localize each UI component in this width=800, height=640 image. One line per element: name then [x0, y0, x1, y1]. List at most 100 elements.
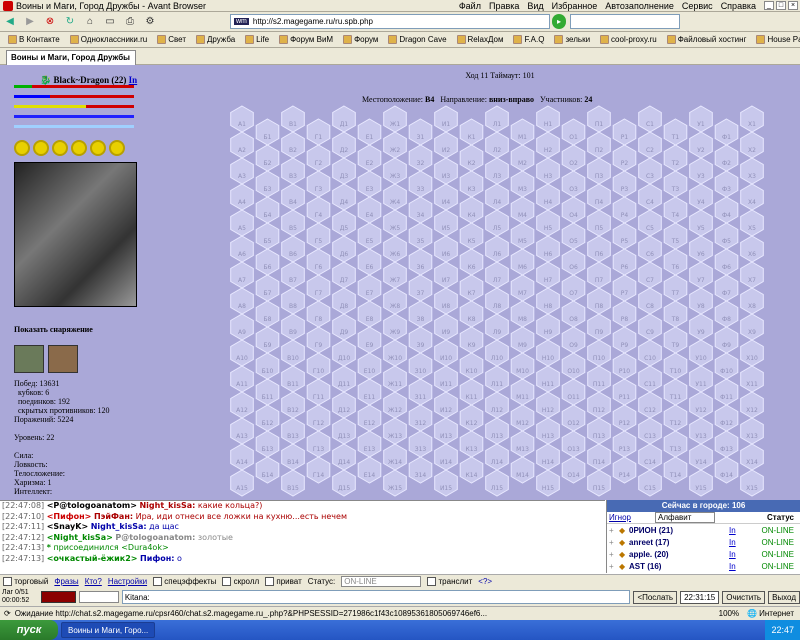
hex-cell[interactable] — [332, 469, 356, 497]
hex-cell[interactable] — [740, 443, 764, 471]
show-equipment-link[interactable]: Показать снаряжение — [14, 325, 93, 334]
hex-cell[interactable] — [332, 417, 356, 445]
hex-cell[interactable] — [561, 222, 586, 250]
hex-cell[interactable] — [255, 144, 280, 172]
hex-cell[interactable] — [434, 261, 458, 289]
hex-cell[interactable] — [357, 430, 382, 458]
online-user[interactable]: + ◆ AST (16) In ON-LINE — [607, 560, 800, 572]
hex-cell[interactable] — [612, 196, 637, 224]
hex-cell[interactable] — [663, 430, 688, 458]
boots-icon[interactable] — [14, 345, 44, 373]
hex-cell[interactable] — [510, 248, 535, 276]
hex-cell[interactable] — [306, 300, 331, 328]
hex-cell[interactable] — [408, 404, 433, 432]
hex-cell[interactable] — [536, 157, 560, 185]
hex-cell[interactable] — [689, 131, 713, 159]
hex-cell[interactable] — [357, 326, 382, 354]
ignore-column[interactable]: Игнор — [607, 513, 655, 522]
hex-cell[interactable] — [612, 144, 637, 172]
hex-cell[interactable] — [612, 378, 637, 406]
hex-cell[interactable] — [485, 209, 509, 237]
hex-cell[interactable] — [714, 378, 739, 406]
hex-cell[interactable] — [230, 287, 254, 315]
hex-cell[interactable] — [332, 339, 356, 367]
hex-cell[interactable] — [357, 222, 382, 250]
hex-cell[interactable] — [612, 248, 637, 276]
hex-cell[interactable] — [689, 417, 713, 445]
hex-cell[interactable] — [255, 248, 280, 276]
hex-cell[interactable] — [714, 352, 739, 380]
hex-cell[interactable] — [714, 404, 739, 432]
hex-cell[interactable] — [536, 339, 560, 367]
hex-cell[interactable] — [255, 196, 280, 224]
hex-cell[interactable] — [434, 313, 458, 341]
hex-cell[interactable] — [638, 209, 662, 237]
hex-cell[interactable] — [663, 118, 688, 146]
hex-cell[interactable] — [714, 326, 739, 354]
tab-active[interactable]: Воины и Маги, Город Дружбы — [6, 50, 136, 65]
hex-cell[interactable] — [485, 469, 509, 497]
hex-cell[interactable] — [740, 365, 764, 393]
hex-cell[interactable] — [281, 287, 305, 315]
hex-cell[interactable] — [587, 209, 611, 237]
message-input[interactable]: Kitana: — [121, 590, 631, 604]
hex-cell[interactable] — [638, 365, 662, 393]
hex-cell[interactable] — [612, 222, 637, 250]
hex-cell[interactable] — [587, 365, 611, 393]
hex-cell[interactable] — [383, 339, 407, 367]
hex-cell[interactable] — [357, 378, 382, 406]
hex-cell[interactable] — [638, 157, 662, 185]
hex-cell[interactable] — [740, 209, 764, 237]
hex-cell[interactable] — [408, 352, 433, 380]
hex-cell[interactable] — [536, 443, 560, 471]
hex-cell[interactable] — [306, 170, 331, 198]
hex-cell[interactable] — [255, 326, 280, 354]
hex-cell[interactable] — [357, 404, 382, 432]
hex-cell[interactable] — [306, 456, 331, 484]
hex-cell[interactable] — [459, 222, 484, 250]
player-clan[interactable]: In — [129, 75, 138, 85]
hex-cell[interactable] — [281, 469, 305, 497]
hex-cell[interactable] — [638, 417, 662, 445]
hex-cell[interactable] — [332, 209, 356, 237]
start-button[interactable]: пуск — [0, 620, 58, 640]
hex-cell[interactable] — [434, 287, 458, 315]
hex-cell[interactable] — [536, 391, 560, 419]
send-button[interactable]: <Послать — [633, 590, 678, 604]
hex-cell[interactable] — [434, 417, 458, 445]
hex-cell[interactable] — [306, 196, 331, 224]
ring-icon[interactable] — [33, 140, 49, 156]
hex-cell[interactable] — [536, 183, 560, 211]
stop-icon[interactable]: ⊗ — [42, 14, 58, 30]
hex-cell[interactable] — [536, 131, 560, 159]
hex-cell[interactable] — [332, 183, 356, 211]
hex-cell[interactable] — [485, 313, 509, 341]
hex-cell[interactable] — [408, 300, 433, 328]
hex-cell[interactable] — [459, 300, 484, 328]
ring-icon[interactable] — [52, 140, 68, 156]
menu-autofill[interactable]: Автозаполнение — [605, 1, 674, 11]
hex-cell[interactable] — [434, 209, 458, 237]
hex-cell[interactable] — [434, 391, 458, 419]
hex-cell[interactable] — [485, 261, 509, 289]
hex-cell[interactable] — [689, 105, 713, 133]
hex-cell[interactable] — [740, 235, 764, 263]
hex-cell[interactable] — [332, 313, 356, 341]
hex-cell[interactable] — [663, 196, 688, 224]
hex-cell[interactable] — [306, 352, 331, 380]
hex-cell[interactable] — [510, 430, 535, 458]
hex-cell[interactable] — [383, 313, 407, 341]
settings-link[interactable]: Настройки — [108, 577, 147, 586]
hex-cell[interactable] — [638, 469, 662, 497]
favorite-link[interactable]: В Контакте — [4, 35, 64, 44]
hex-cell[interactable] — [510, 274, 535, 302]
hex-cell[interactable] — [408, 430, 433, 458]
favorite-link[interactable]: Одноклассники.ru — [66, 35, 151, 44]
hex-cell[interactable] — [510, 144, 535, 172]
menu-view[interactable]: Вид — [527, 1, 543, 11]
hex-cell[interactable] — [434, 235, 458, 263]
zoom-level[interactable]: 100% — [719, 609, 739, 618]
hex-cell[interactable] — [485, 183, 509, 211]
hex-cell[interactable] — [510, 222, 535, 250]
hex-cell[interactable] — [383, 417, 407, 445]
